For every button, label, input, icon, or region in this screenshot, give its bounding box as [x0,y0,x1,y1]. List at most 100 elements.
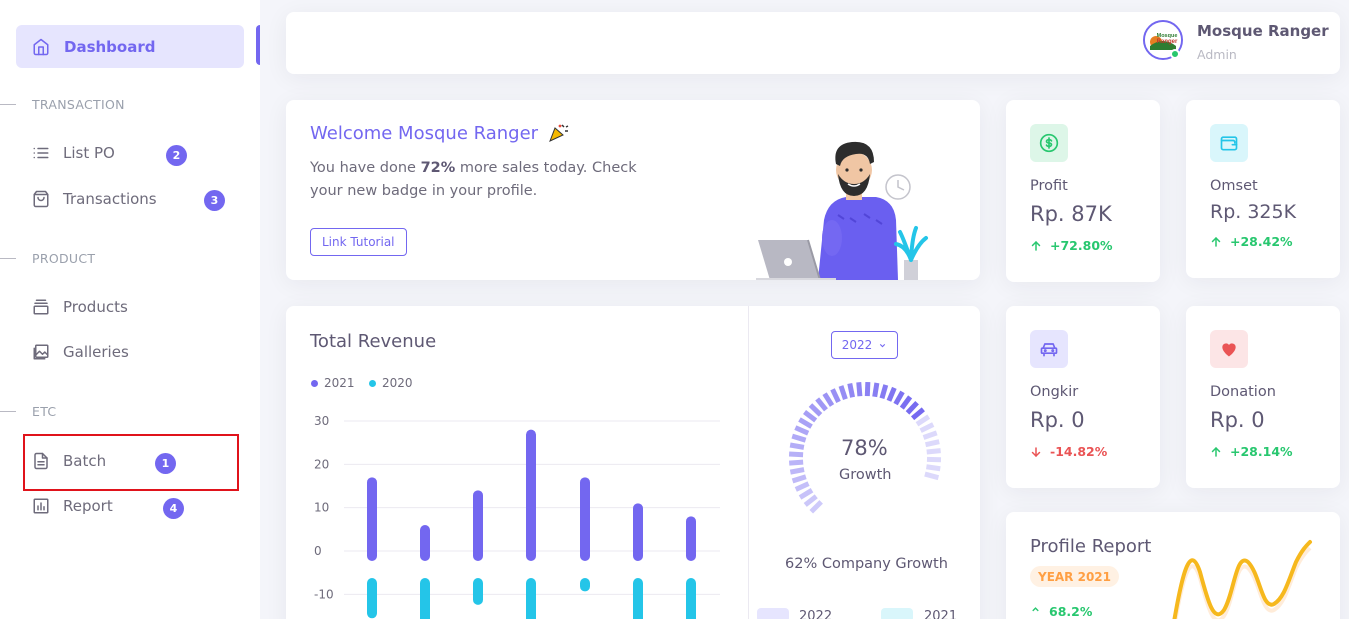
gauge-tick [910,407,925,421]
svg-text:Ranger: Ranger [1157,39,1178,45]
wallet-icon [1210,124,1248,162]
section-transaction: TRANSACTION [0,97,125,112]
bar-2021-4 [526,429,536,561]
gauge-tick [872,382,880,398]
legend-label: 2021 [924,609,958,619]
gauge-tick [905,400,919,415]
growth-radial-gauge [788,381,942,514]
sidebar-item-label: Report [63,497,113,515]
bar-2021-1 [367,477,377,561]
sidebar-item-label: Galleries [63,343,129,361]
sidebar-item-label: Dashboard [64,37,156,56]
sidebar-item-label: Products [63,298,128,316]
gauge-tick [924,471,940,481]
dollar-icon [1030,124,1068,162]
welcome-text-pre: You have done [310,160,421,176]
list-icon [33,147,49,159]
stat-trend-value: +28.42% [1230,234,1293,249]
profile-trend: 68.2% [1030,604,1092,619]
stat-trend-value: -14.82% [1050,444,1108,459]
heart-icon [1210,330,1248,368]
gauge-tick [919,422,935,433]
legend-item: 2021 [311,376,355,390]
year-dropdown[interactable]: 2022 [831,331,898,359]
gauge-tick [789,459,804,466]
y-tick-label: 10 [314,501,329,515]
sidebar-item-report[interactable]: Report [32,497,113,515]
bar-2021-5 [580,477,590,561]
section-etc: ETC [0,404,56,419]
company-growth: 62% Company Growth [785,556,948,572]
stat-label: Ongkir [1030,384,1079,400]
legend-label: 2021 [324,376,355,390]
user-role: Admin [1197,47,1237,62]
section-product: PRODUCT [0,251,95,266]
gauge-tick [856,382,863,397]
home-icon [33,38,49,55]
image-icon [33,344,49,360]
stat-trend: +72.80% [1030,238,1113,253]
legend-swatch [881,608,913,619]
gauge-tick [847,383,856,398]
gauge-tick [926,464,941,472]
bar-2020-6 [633,578,643,619]
legend-swatch [757,608,789,619]
arrow-up-icon [1031,240,1041,251]
year-badge: YEAR 2021 [1030,566,1119,587]
stat-label: Omset [1210,178,1258,194]
gauge-tick [899,395,913,410]
sidebar-item-transactions[interactable]: Transactions [32,190,157,208]
gauge-tick [922,430,938,440]
welcome-text-bold: 72% [420,160,456,176]
gauge-tick [925,439,940,448]
stat-value: Rp. 325K [1210,201,1297,223]
section-label: PRODUCT [32,251,96,266]
active-indicator [256,25,260,65]
sidebar-item-dashboard[interactable]: Dashboard [16,25,244,68]
count-badge: 2 [166,145,187,166]
sidebar-item-products[interactable]: Products [32,298,128,316]
stat-trend: +28.14% [1210,444,1293,459]
sidebar-item-label: List PO [63,144,115,162]
arrow-up-icon [1211,236,1221,247]
chevron-up-icon [1032,607,1039,612]
gauge-tick [791,474,807,484]
gauge-tick [803,494,818,507]
bar-2020-5 [580,578,590,592]
year-dropdown-value: 2022 [841,338,873,352]
y-tick-label: 30 [314,414,329,428]
arrow-up-icon [1211,446,1221,457]
bar-2021-6 [633,503,643,561]
shopping-bag-icon [33,190,49,208]
link-tutorial-button[interactable]: Link Tutorial [310,228,407,256]
legend-label: 2020 [382,376,413,390]
y-tick-label: 0 [314,544,322,558]
stat-trend-value: +72.80% [1050,238,1113,253]
profile-report-card: Profile Report YEAR 2021 68.2% [1006,512,1340,619]
bar-2020-4 [526,578,536,619]
stat-value: Rp. 0 [1030,408,1085,432]
bar-2021-2 [420,525,430,561]
stat-trend: +28.42% [1210,234,1293,249]
sidebar-item-galleries[interactable]: Galleries [32,343,129,361]
welcome-message: You have done 72% more sales today. Chec… [310,157,670,203]
arrow-down-icon [1031,446,1041,457]
gauge-tick [808,403,823,417]
count-badge: 3 [204,190,225,211]
bar-2020-7 [686,578,696,619]
growth-label: Growth [839,467,892,483]
user-name[interactable]: Mosque Ranger [1197,22,1329,40]
gauge-tick [798,417,813,429]
y-tick-label: -10 [314,587,334,601]
welcome-title: Welcome Mosque Ranger [310,122,570,144]
donation-card: Donation Rp. 0 +28.14% [1186,306,1340,488]
legend-item: 2020 [369,376,413,390]
card-divider [748,306,749,619]
sidebar-item-list-po[interactable]: List PO [32,144,115,162]
sidebar-item-label: Transactions [63,190,157,208]
section-label: ETC [32,404,57,419]
stat-trend: -14.82% [1030,444,1107,459]
stat-value: Rp. 87K [1030,202,1112,226]
car-icon [1030,330,1068,368]
revenue-card: Total Revenue 2021 2020 30 20 10 0 -10 2022 … [286,306,980,619]
